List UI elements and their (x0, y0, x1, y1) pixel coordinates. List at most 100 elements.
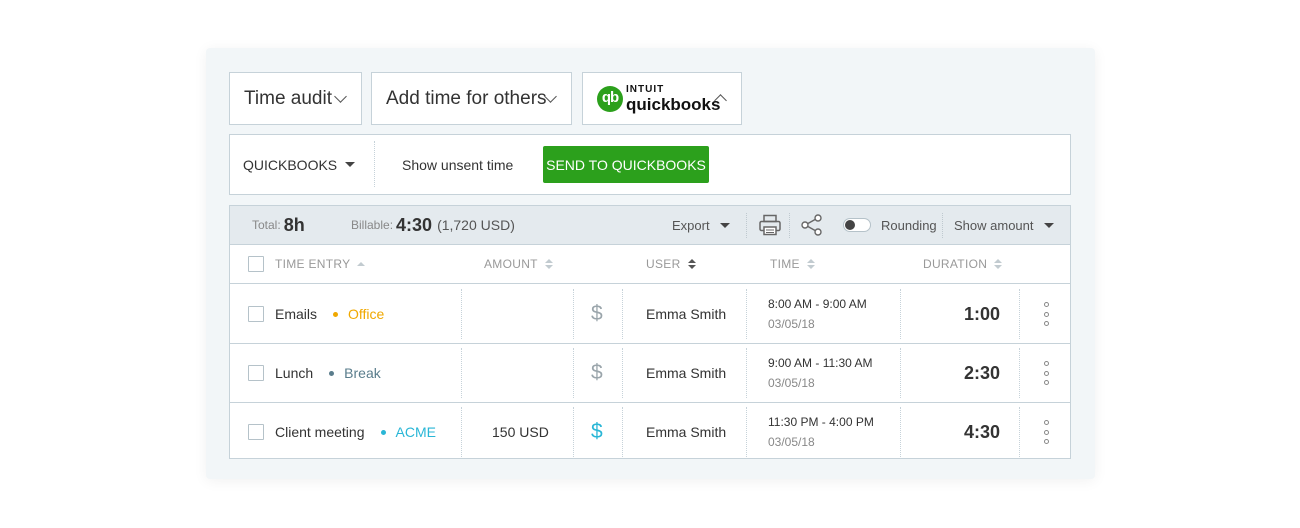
share-icon[interactable] (800, 214, 824, 236)
entry-time-cell[interactable]: 9:00 AM - 11:30 AM 03/05/18 (768, 344, 873, 402)
quickbooks-logo-icon: qb (597, 85, 623, 112)
integration-selector[interactable]: QUICKBOOKS (243, 135, 356, 194)
entry-time-range: 11:30 PM - 4:00 PM (768, 415, 874, 429)
entry-user[interactable]: Emma Smith (646, 344, 726, 402)
divider (1019, 289, 1020, 339)
sort-icon (687, 259, 696, 269)
entry-duration[interactable]: 2:30 (964, 344, 1000, 402)
rounding-toggle[interactable] (843, 218, 871, 232)
column-time-entry[interactable]: TIME ENTRY (275, 245, 366, 283)
time-report-table: Total: 8h Billable: 4:30 (1,720 USD) Exp… (229, 205, 1071, 459)
divider (622, 289, 623, 339)
show-unsent-time-toggle[interactable]: Show unsent time (402, 135, 513, 194)
column-duration[interactable]: DURATION (923, 245, 1003, 283)
entry-time-cell[interactable]: 11:30 PM - 4:00 PM 03/05/18 (768, 403, 874, 461)
sort-icon (544, 259, 553, 269)
entry-project: Break (344, 365, 381, 381)
divider (900, 407, 901, 457)
billable-amount: (1,720 USD) (437, 217, 515, 233)
entry-time-range: 9:00 AM - 11:30 AM (768, 356, 873, 370)
column-time[interactable]: TIME (770, 245, 815, 283)
print-icon[interactable] (758, 214, 782, 236)
more-options-icon[interactable] (1043, 361, 1049, 385)
send-to-quickbooks-button[interactable]: SEND TO QUICKBOOKS (543, 146, 709, 183)
entry-time-cell[interactable]: 8:00 AM - 9:00 AM 03/05/18 (768, 285, 867, 343)
billable-dollar-icon[interactable]: $ (591, 344, 603, 402)
entry-duration[interactable]: 1:00 (964, 285, 1000, 343)
time-entry-cell[interactable]: Lunch Break (275, 344, 381, 402)
entry-description: Emails (275, 306, 318, 322)
divider (789, 213, 790, 238)
divider (900, 348, 901, 398)
integration-selector-label: QUICKBOOKS (243, 156, 338, 173)
divider (573, 348, 574, 398)
entry-date: 03/05/18 (768, 317, 815, 331)
entry-project: Office (348, 306, 385, 322)
select-all-checkbox[interactable] (248, 256, 264, 272)
more-options-icon[interactable] (1043, 302, 1049, 326)
entry-description: Client meeting (275, 424, 365, 440)
divider (374, 141, 375, 187)
entry-duration[interactable]: 4:30 (964, 403, 1000, 461)
table-row[interactable]: Lunch Break $ Emma Smith 9:00 AM - 11:30… (230, 344, 1070, 403)
billable-label: Billable: (351, 218, 394, 232)
total-summary: Total: 8h (252, 206, 305, 244)
rounding-label: Rounding (881, 217, 937, 233)
time-entry-cell[interactable]: Client meeting ACME (275, 403, 436, 461)
divider (746, 348, 747, 398)
time-audit-label: Time audit (244, 87, 332, 109)
total-label: Total: (252, 218, 281, 232)
table-header: TIME ENTRY AMOUNT USER TIME DURATION (230, 245, 1070, 284)
show-amount-dropdown[interactable]: Show amount (954, 206, 1054, 244)
divider (573, 407, 574, 457)
entry-user[interactable]: Emma Smith (646, 403, 726, 461)
entry-project: ACME (395, 424, 436, 440)
billable-dollar-icon[interactable]: $ (591, 403, 603, 461)
project-dot-icon (380, 429, 386, 435)
intuit-label: INTUIT (626, 83, 665, 95)
divider (1019, 348, 1020, 398)
divider (461, 289, 462, 339)
column-user[interactable]: USER (646, 245, 696, 283)
divider (746, 407, 747, 457)
column-amount[interactable]: AMOUNT (484, 245, 553, 283)
divider (461, 348, 462, 398)
summary-bar: Total: 8h Billable: 4:30 (1,720 USD) Exp… (230, 206, 1070, 245)
divider (746, 289, 747, 339)
time-audit-dropdown[interactable]: Time audit (229, 72, 362, 125)
billable-value: 4:30 (396, 214, 433, 235)
divider (942, 213, 943, 238)
integration-bar: QUICKBOOKS Show unsent time SEND TO QUIC… (229, 134, 1071, 195)
row-checkbox[interactable] (248, 306, 264, 322)
export-dropdown[interactable]: Export (672, 206, 730, 244)
divider (573, 289, 574, 339)
sort-icon (994, 259, 1003, 269)
row-checkbox[interactable] (248, 365, 264, 381)
entry-user[interactable]: Emma Smith (646, 285, 726, 343)
table-row[interactable]: Client meeting ACME 150 USD $ Emma Smith… (230, 403, 1070, 462)
billable-summary: Billable: 4:30 (1,720 USD) (351, 206, 515, 244)
quickbooks-label: quickbooks (626, 94, 721, 114)
more-options-icon[interactable] (1043, 420, 1049, 444)
export-label: Export (672, 217, 710, 233)
show-amount-label: Show amount (954, 217, 1034, 233)
divider (622, 348, 623, 398)
divider (1019, 407, 1020, 457)
entry-date: 03/05/18 (768, 376, 815, 390)
sort-icon (806, 259, 815, 269)
divider (622, 407, 623, 457)
table-row[interactable]: Emails Office $ Emma Smith 8:00 AM - 9:0… (230, 285, 1070, 344)
quickbooks-dropdown[interactable]: qb INTUIT quickbooks (582, 72, 742, 125)
divider (461, 407, 462, 457)
add-time-for-others-dropdown[interactable]: Add time for others (371, 72, 572, 125)
caret-down-icon (719, 222, 730, 228)
total-value: 8h (283, 214, 305, 235)
row-checkbox[interactable] (248, 424, 264, 440)
project-dot-icon (333, 311, 339, 317)
sort-icon (357, 262, 366, 266)
caret-down-icon (345, 162, 356, 167)
time-entry-cell[interactable]: Emails Office (275, 285, 384, 343)
billable-dollar-icon[interactable]: $ (591, 285, 603, 343)
entry-description: Lunch (275, 365, 314, 381)
caret-down-icon (1043, 222, 1054, 228)
